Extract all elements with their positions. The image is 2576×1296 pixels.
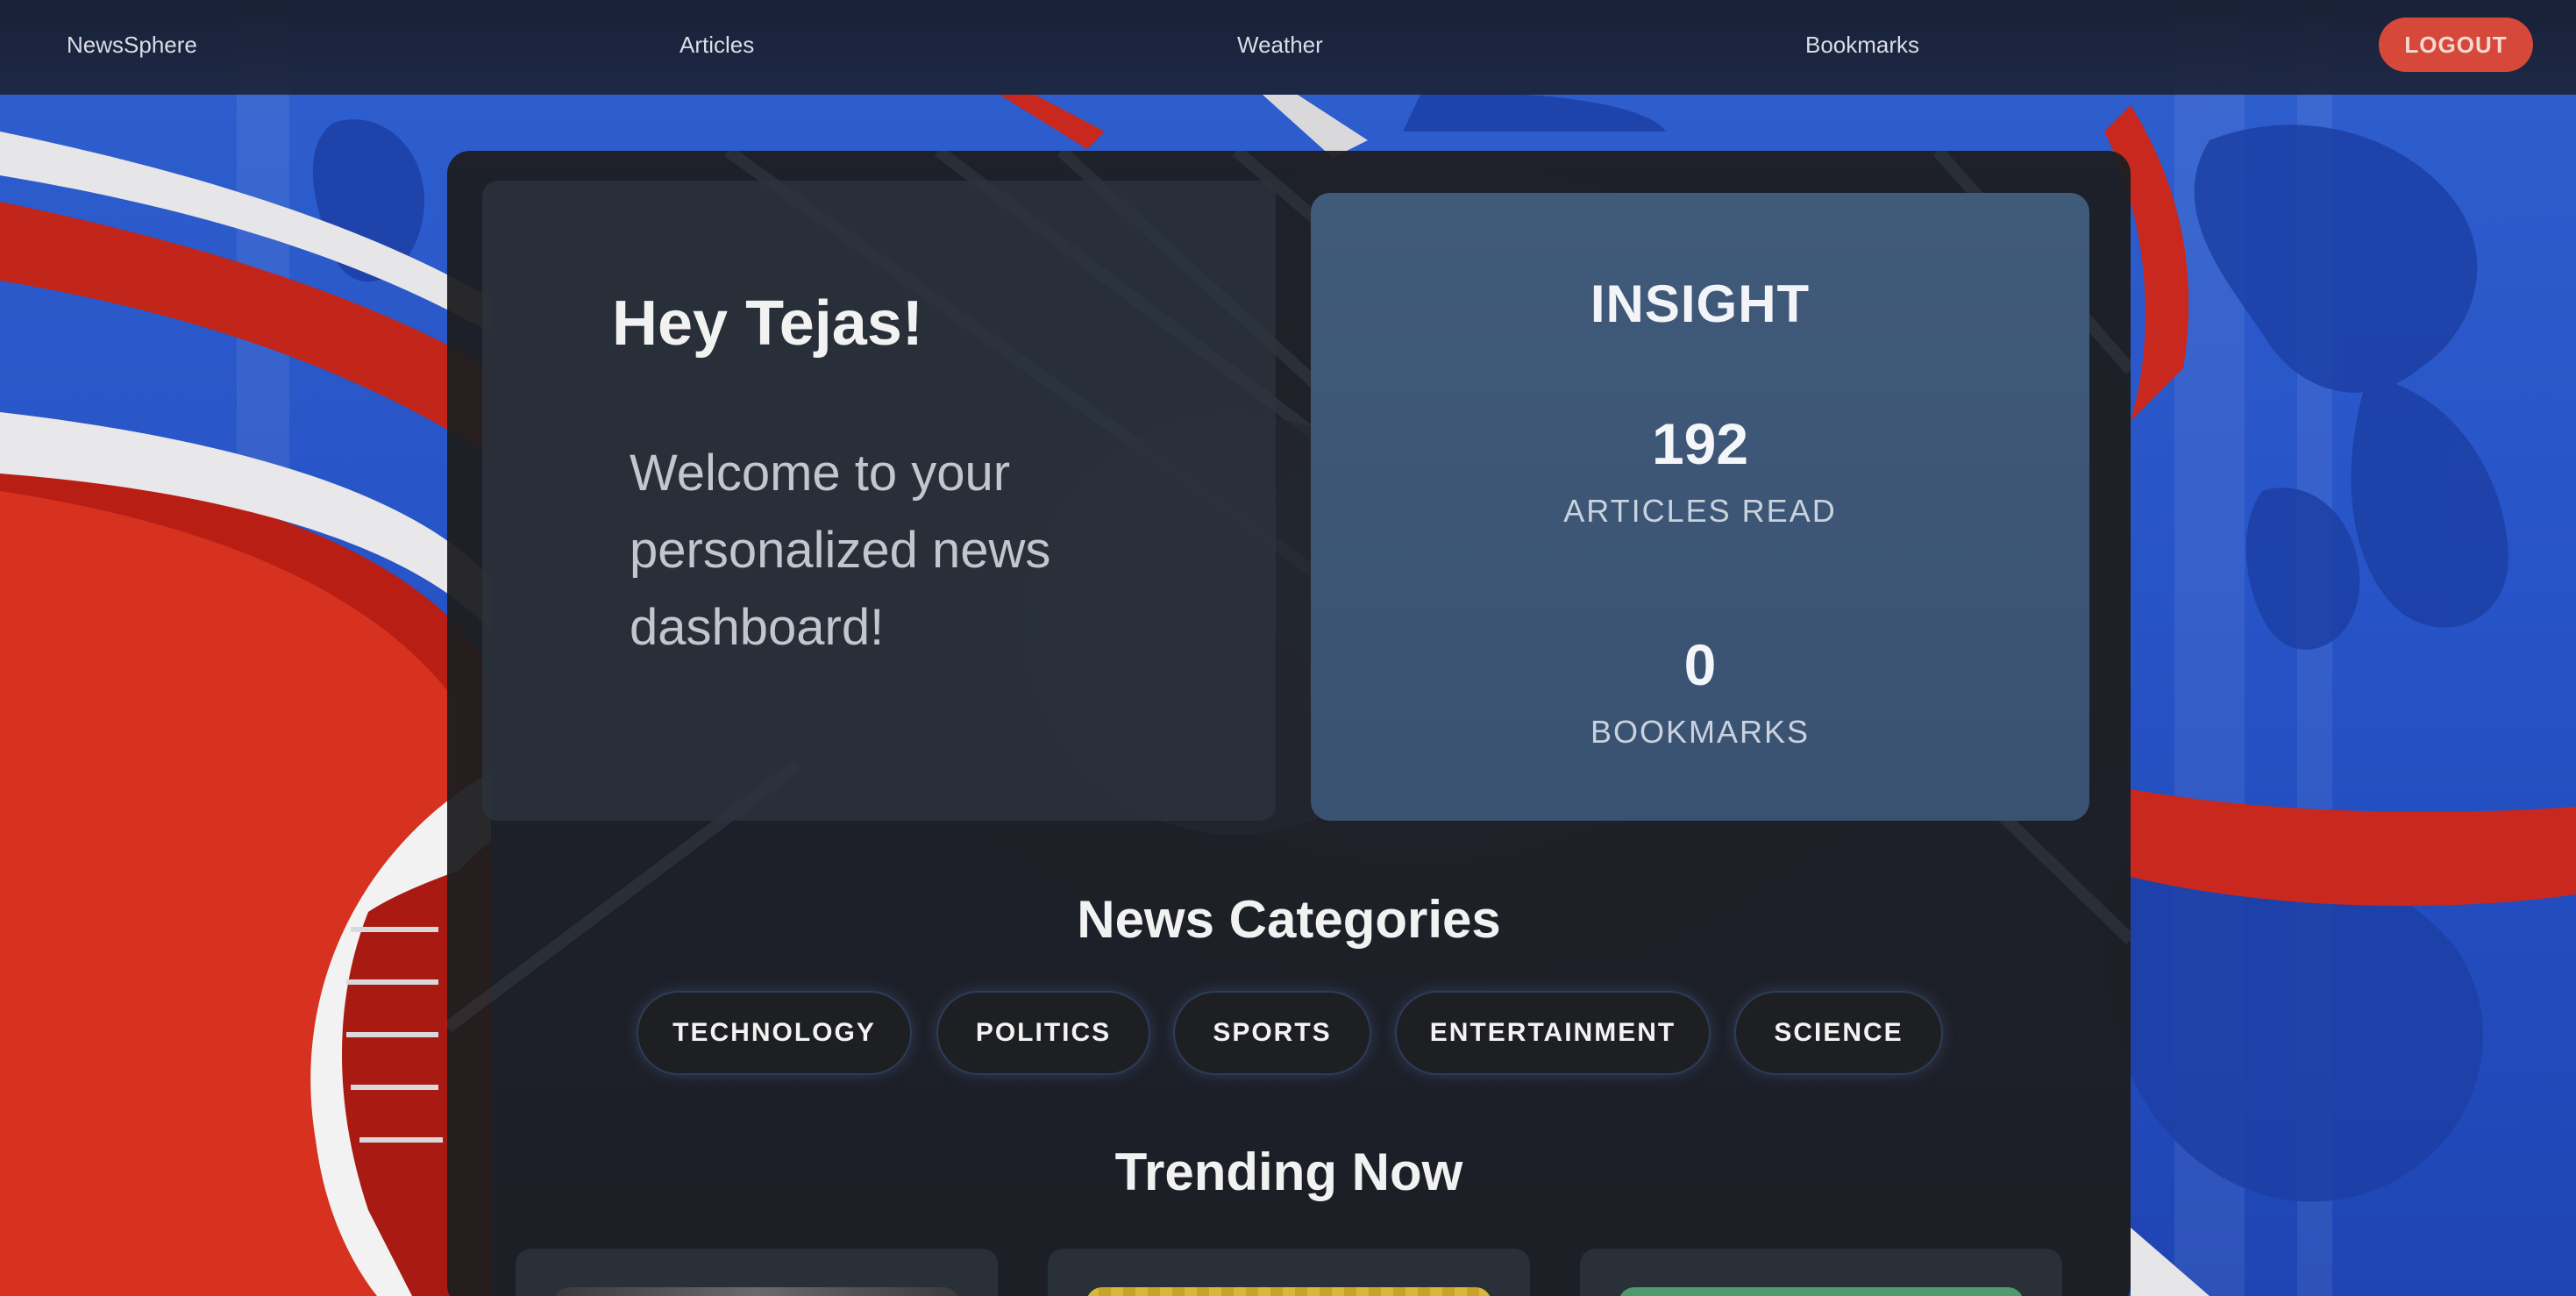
- category-sports-button[interactable]: SPORTS: [1175, 993, 1370, 1073]
- top-navbar: NewsSphere Articles Weather Bookmarks LO…: [0, 0, 2576, 95]
- category-science-button[interactable]: SCIENCE: [1736, 993, 1941, 1073]
- logout-button[interactable]: LOGOUT: [2379, 18, 2533, 72]
- welcome-card: Hey Tejas! Welcome to your personalized …: [482, 181, 1276, 821]
- nav-weather-link[interactable]: Weather: [1237, 32, 1323, 59]
- greeting-heading: Hey Tejas!: [612, 288, 923, 359]
- insight-title: INSIGHT: [1590, 274, 1811, 333]
- trending-thumbnail: [1086, 1287, 1491, 1296]
- category-technology-button[interactable]: TECHNOLOGY: [638, 993, 910, 1073]
- welcome-message: Welcome to your personalized news dashbo…: [630, 445, 1051, 656]
- nav-bookmarks-link[interactable]: Bookmarks: [1805, 32, 1919, 59]
- trending-card[interactable]: [516, 1249, 998, 1296]
- category-entertainment-button[interactable]: ENTERTAINMENT: [1397, 993, 1709, 1073]
- bookmarks-label: BOOKMARKS: [1590, 714, 1811, 750]
- trending-card[interactable]: [1580, 1249, 2062, 1296]
- bookmarks-count: 0: [1683, 632, 1717, 697]
- articles-read-count: 192: [1651, 411, 1749, 476]
- trending-card[interactable]: [1048, 1249, 1530, 1296]
- articles-read-label: ARTICLES READ: [1563, 493, 1837, 529]
- category-politics-button[interactable]: POLITICS: [938, 993, 1149, 1073]
- trending-thumbnail: [1619, 1287, 2024, 1296]
- trending-thumbnail: [554, 1287, 959, 1296]
- dashboard-panel: Hey Tejas! Welcome to your personalized …: [447, 151, 2131, 1296]
- insight-card: INSIGHT 192 ARTICLES READ 0 BOOKMARKS: [1311, 193, 2089, 821]
- nav-articles-link[interactable]: Articles: [680, 32, 754, 59]
- trending-now-heading: Trending Now: [1114, 1143, 1463, 1201]
- news-categories-heading: News Categories: [1077, 890, 1501, 949]
- brand-link[interactable]: NewsSphere: [67, 32, 197, 59]
- category-pills: TECHNOLOGY POLITICS SPORTS ENTERTAINMENT…: [447, 993, 2131, 1073]
